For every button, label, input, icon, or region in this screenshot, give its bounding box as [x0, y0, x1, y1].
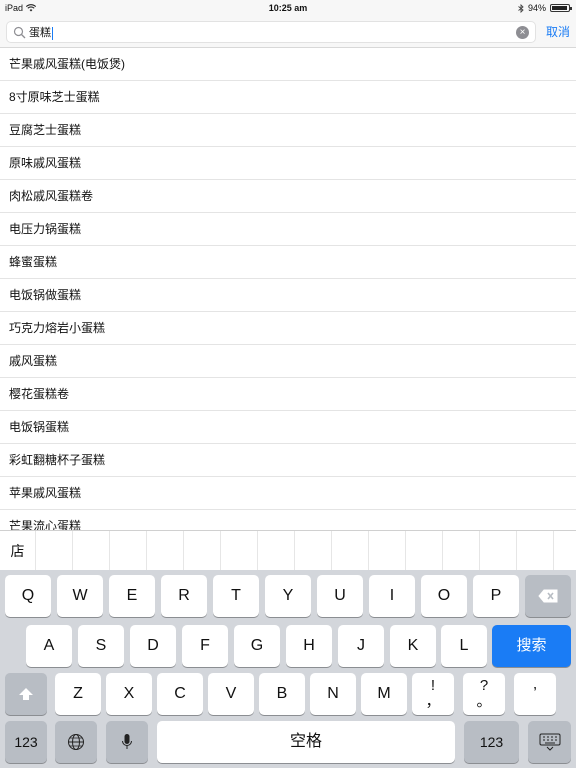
numbers-key-right[interactable]: 123: [464, 721, 519, 763]
key-f[interactable]: F: [182, 625, 228, 667]
list-item[interactable]: 彩虹翻糖杯子蛋糕: [0, 444, 576, 477]
candidate-slot: [184, 531, 221, 571]
key-q[interactable]: Q: [5, 575, 51, 617]
list-item[interactable]: 电压力锅蛋糕: [0, 213, 576, 246]
list-item[interactable]: 原味戚风蛋糕: [0, 147, 576, 180]
key-g[interactable]: G: [234, 625, 280, 667]
key-question-period[interactable]: ?。: [463, 673, 505, 715]
search-input[interactable]: 蛋糕 ×: [6, 21, 536, 43]
microphone-icon: [122, 734, 132, 749]
key-exclaim-comma[interactable]: !，: [412, 673, 454, 715]
search-bar: 蛋糕 × 取消: [0, 16, 576, 48]
numbers-key-left[interactable]: 123: [5, 721, 47, 763]
results-list: 芒果戚风蛋糕(电饭煲) 8寸原味芝士蛋糕 豆腐芝士蛋糕 原味戚风蛋糕 肉松戚风蛋糕卷 电压…: [0, 48, 576, 530]
key-o[interactable]: O: [421, 575, 467, 617]
key-z[interactable]: Z: [55, 673, 101, 715]
key-h[interactable]: H: [286, 625, 332, 667]
list-item[interactable]: 8寸原味芝士蛋糕: [0, 81, 576, 114]
battery-percent: 94%: [527, 3, 546, 13]
candidate-slot: [369, 531, 406, 571]
candidate-slot: [258, 531, 295, 571]
backspace-icon: [538, 589, 558, 603]
candidate-slot: [147, 531, 184, 571]
key-e[interactable]: E: [109, 575, 155, 617]
key-j[interactable]: J: [338, 625, 384, 667]
list-item[interactable]: 蜂蜜蛋糕: [0, 246, 576, 279]
list-item[interactable]: 豆腐芝士蛋糕: [0, 114, 576, 147]
status-right: 94%: [518, 0, 572, 16]
cancel-button[interactable]: 取消: [546, 16, 570, 48]
key-l[interactable]: L: [441, 625, 487, 667]
keyboard-dismiss-icon: [539, 733, 560, 751]
key-n[interactable]: N: [310, 673, 356, 715]
space-key[interactable]: 空格: [157, 721, 455, 763]
list-item[interactable]: 芒果戚风蛋糕(电饭煲): [0, 48, 576, 81]
globe-key[interactable]: [55, 721, 97, 763]
key-u[interactable]: U: [317, 575, 363, 617]
key-x[interactable]: X: [106, 673, 152, 715]
candidate-slot: [443, 531, 480, 571]
candidate-slot: [73, 531, 110, 571]
list-item[interactable]: 芒果流心蛋糕: [0, 510, 576, 530]
battery-icon: [550, 4, 572, 12]
list-item[interactable]: 电饭锅蛋糕: [0, 411, 576, 444]
key-i[interactable]: I: [369, 575, 415, 617]
list-item[interactable]: 戚风蛋糕: [0, 345, 576, 378]
key-w[interactable]: W: [57, 575, 103, 617]
search-icon: [13, 26, 26, 39]
bluetooth-icon: [518, 3, 524, 13]
keyboard: Q W E R T Y U I O P A S D F G H J K L 搜索 Z X C V B N M!，?。’ 123 空格 12…: [0, 570, 576, 768]
key-p[interactable]: P: [473, 575, 519, 617]
list-item[interactable]: 电饭锅做蛋糕: [0, 279, 576, 312]
hide-keyboard-key[interactable]: [528, 721, 571, 763]
list-item[interactable]: 巧克力熔岩小蛋糕: [0, 312, 576, 345]
shift-key[interactable]: [5, 673, 47, 715]
key-r[interactable]: R: [161, 575, 207, 617]
key-a[interactable]: A: [26, 625, 72, 667]
candidate-item[interactable]: 店: [0, 531, 36, 571]
search-value: 蛋糕: [29, 26, 53, 40]
candidate-bar: 店: [0, 530, 576, 571]
candidate-slot: [480, 531, 517, 571]
key-m[interactable]: M: [361, 673, 407, 715]
list-item[interactable]: 肉松戚风蛋糕卷: [0, 180, 576, 213]
candidate-slot: [110, 531, 147, 571]
key-c[interactable]: C: [157, 673, 203, 715]
shift-icon: [19, 688, 33, 700]
list-item[interactable]: 樱花蛋糕卷: [0, 378, 576, 411]
key-t[interactable]: T: [213, 575, 259, 617]
candidate-slot: [406, 531, 443, 571]
backspace-key[interactable]: [525, 575, 571, 617]
clear-icon[interactable]: ×: [516, 26, 529, 39]
globe-icon: [68, 734, 84, 750]
candidate-slot: [295, 531, 332, 571]
candidate-slot: [517, 531, 554, 571]
status-bar: iPad 10:25 am 94%: [0, 0, 576, 16]
key-b[interactable]: B: [259, 673, 305, 715]
key-v[interactable]: V: [208, 673, 254, 715]
key-k[interactable]: K: [390, 625, 436, 667]
status-time: 10:25 am: [268, 3, 308, 13]
candidate-slot: [36, 531, 73, 571]
key-d[interactable]: D: [130, 625, 176, 667]
candidate-slot: [332, 531, 369, 571]
candidate-slot: [221, 531, 258, 571]
key-s[interactable]: S: [78, 625, 124, 667]
key-apostrophe[interactable]: ’: [514, 673, 556, 715]
search-button[interactable]: 搜索: [492, 625, 571, 667]
text-caret: [52, 26, 53, 40]
list-item[interactable]: 苹果戚风蛋糕: [0, 477, 576, 510]
microphone-key[interactable]: [106, 721, 148, 763]
key-y[interactable]: Y: [265, 575, 311, 617]
